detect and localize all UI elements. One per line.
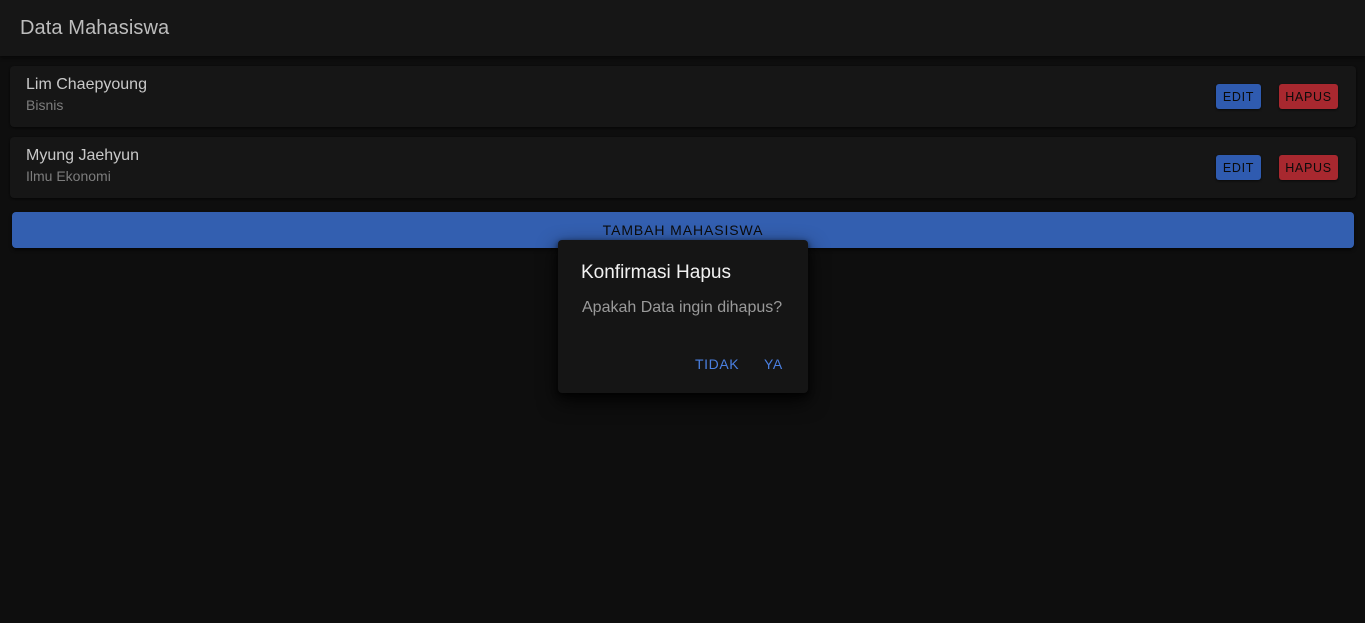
confirm-button[interactable]: YA [764, 356, 783, 372]
app-root: Data Mahasiswa Lim Chaepyoung Bisnis EDI… [0, 0, 1365, 623]
student-major: Ilmu Ekonomi [26, 168, 111, 184]
confirm-delete-dialog: Konfirmasi Hapus Apakah Data ingin dihap… [558, 240, 808, 393]
student-list: Lim Chaepyoung Bisnis EDIT HAPUS Myung J… [10, 66, 1356, 208]
app-toolbar: Data Mahasiswa [0, 0, 1365, 56]
student-major: Bisnis [26, 97, 64, 113]
student-name: Lim Chaepyoung [26, 76, 147, 93]
list-item: Lim Chaepyoung Bisnis EDIT HAPUS [10, 66, 1356, 127]
list-item: Myung Jaehyun Ilmu Ekonomi EDIT HAPUS [10, 137, 1356, 198]
dialog-title: Konfirmasi Hapus [581, 262, 731, 283]
edit-button[interactable]: EDIT [1216, 84, 1261, 109]
delete-button[interactable]: HAPUS [1279, 84, 1338, 109]
delete-button[interactable]: HAPUS [1279, 155, 1338, 180]
page-title: Data Mahasiswa [20, 16, 170, 39]
dialog-message: Apakah Data ingin dihapus? [582, 299, 783, 316]
student-name: Myung Jaehyun [26, 147, 139, 164]
edit-button[interactable]: EDIT [1216, 155, 1261, 180]
cancel-button[interactable]: TIDAK [695, 356, 739, 372]
